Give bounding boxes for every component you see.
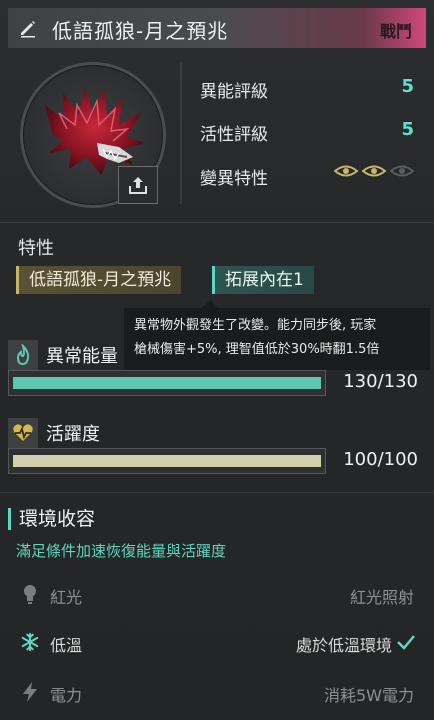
bulb-icon <box>24 585 36 604</box>
activity-track <box>8 448 326 474</box>
env-row-low-temp: 低溫 處於低溫環境 <box>16 628 416 658</box>
eye-icon <box>362 165 386 177</box>
title-bar: 低語孤狼-月之預兆 戰鬥 <box>8 8 426 48</box>
battle-badge: 戰鬥 <box>379 22 412 41</box>
traits-title: 特性 <box>18 238 54 259</box>
divider <box>0 222 434 223</box>
flame-icon <box>8 340 38 370</box>
eye-icon <box>334 165 358 177</box>
item-title: 低語孤狼-月之預兆 <box>52 19 229 43</box>
snowflake-icon <box>21 632 39 652</box>
activity-label: 活躍度 <box>46 424 100 445</box>
pencil-icon[interactable] <box>18 18 38 38</box>
env-name: 低溫 <box>50 636 83 655</box>
stat-value-activity: 5 <box>401 119 414 140</box>
trait-tag[interactable]: 拓展內在1 <box>212 266 314 294</box>
energy-value: 130/130 <box>343 371 418 392</box>
eye-icon-inactive <box>390 165 414 177</box>
environment-title: 環境收容 <box>8 508 95 530</box>
stat-value-ability: 5 <box>401 76 414 97</box>
trait-tooltip: 異常物外觀發生了改變。能力同步後, 玩家 槍械傷害+5%, 理智值低於30%時翻… <box>124 300 430 370</box>
energy-label: 異常能量 <box>46 346 118 367</box>
stat-label-ability: 異能評級 <box>200 82 268 102</box>
trait-tag[interactable]: 低語孤狼-月之預兆 <box>16 266 182 294</box>
stat-label-mutation: 變異特性 <box>200 169 268 189</box>
env-row-red-light: 紅光 紅光照射 <box>16 580 416 610</box>
share-icon <box>129 177 147 194</box>
lightning-icon <box>23 682 37 702</box>
activity-bar: 100/100 <box>8 448 426 474</box>
activity-value: 100/100 <box>343 449 418 470</box>
share-button[interactable] <box>118 166 158 204</box>
heart-pulse-icon <box>8 418 38 448</box>
environment-subtitle: 滿足條件加速恢復能量與活躍度 <box>16 542 227 560</box>
tooltip-line: 異常物外觀發生了改變。能力同步後, 玩家 <box>134 318 377 333</box>
mutation-eye-rating <box>334 164 414 178</box>
env-status: 處於低溫環境 <box>295 636 392 655</box>
stat-label-activity: 活性評級 <box>200 125 268 145</box>
tooltip-line: 槍械傷害+5%, 理智值低於30%時翻1.5倍 <box>134 342 380 357</box>
vertical-divider <box>180 62 182 204</box>
energy-bar: 130/130 <box>8 370 426 396</box>
env-name: 紅光 <box>50 588 83 607</box>
activity-header: 活躍度 <box>8 418 408 448</box>
energy-fill <box>13 377 321 389</box>
check-icon <box>397 635 415 650</box>
env-row-power: 電力 消耗5W電力 <box>16 678 416 708</box>
env-status: 紅光照射 <box>349 588 414 607</box>
divider <box>0 492 434 493</box>
energy-track <box>8 370 326 396</box>
env-name: 電力 <box>50 686 83 705</box>
env-status: 消耗5W電力 <box>323 686 414 705</box>
item-detail-panel: 低語孤狼-月之預兆 戰鬥 異能評級 5 活性評級 5 變異特性 特性 低語孤狼-… <box>0 0 434 720</box>
activity-fill <box>13 455 321 467</box>
